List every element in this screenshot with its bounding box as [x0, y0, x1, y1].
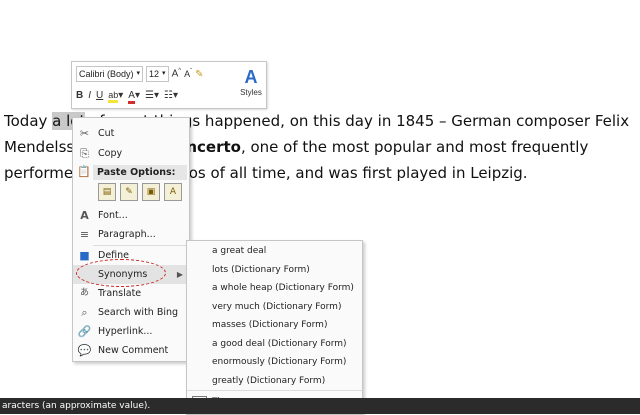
- menu-item-label: Hyperlink...: [98, 326, 153, 337]
- paste-options-row: ▤ ✎ ▣ A: [98, 183, 182, 201]
- synonym-item[interactable]: greatly (Dictionary Form): [212, 372, 325, 390]
- paste-merge-format-icon[interactable]: ✎: [120, 183, 138, 201]
- menu-item-font[interactable]: A Font...: [73, 206, 189, 225]
- text-run: , one of the most popular and most frequ…: [240, 138, 589, 156]
- shrink-font-button[interactable]: Aˇ: [184, 69, 192, 79]
- font-size-value: 12: [149, 69, 160, 79]
- underline-button[interactable]: U: [96, 90, 103, 101]
- highlight-color-button[interactable]: ab▾: [108, 89, 123, 103]
- styles-button[interactable]: A Styles: [238, 66, 264, 104]
- synonym-item[interactable]: a great deal: [212, 242, 266, 260]
- menu-item-cut[interactable]: ✂ Cut: [73, 124, 189, 143]
- translate-icon: あ: [79, 288, 89, 298]
- define-icon: ■: [79, 249, 90, 262]
- mini-toolbar: Calibri (Body) ▾ 12 ▾ A^ Aˇ ✎ B I U ab▾ …: [71, 61, 267, 109]
- font-size-combo[interactable]: 12 ▾: [146, 66, 169, 82]
- menu-separator: [187, 390, 362, 391]
- hyperlink-icon: 🔗: [77, 325, 92, 338]
- bold-button[interactable]: B: [76, 90, 83, 101]
- synonym-item[interactable]: enormously (Dictionary Form): [212, 353, 346, 371]
- menu-item-new-comment[interactable]: 💬 New Comment: [73, 341, 189, 360]
- paste-options-header: Paste Options:: [93, 165, 187, 180]
- grow-font-button[interactable]: A^: [172, 68, 182, 79]
- synonym-item[interactable]: a good deal (Dictionary Form): [212, 335, 347, 353]
- search-icon: ⌕: [81, 306, 88, 319]
- chevron-right-icon: ▶: [176, 270, 183, 279]
- context-menu: ✂ Cut ⎘ Copy 📋 Paste Options: ▤ ✎ ▣ A A …: [72, 117, 190, 362]
- font-name-value: Calibri (Body): [79, 69, 134, 79]
- paragraph-icon: ≡: [79, 228, 90, 241]
- menu-item-search-bing[interactable]: ⌕ Search with Bing: [73, 303, 189, 322]
- copy-icon: ⎘: [80, 147, 89, 160]
- synonyms-submenu: a great deal lots (Dictionary Form) a wh…: [186, 240, 363, 415]
- annotation-highlight-oval: [76, 259, 166, 287]
- clipboard-icon: 📋: [77, 165, 91, 178]
- numbering-button[interactable]: ☷▾: [164, 90, 178, 101]
- paste-text-only-icon[interactable]: A: [164, 183, 182, 201]
- status-bar: aracters (an approximate value).: [0, 398, 640, 414]
- menu-item-label: Copy: [98, 148, 123, 159]
- paste-picture-icon[interactable]: ▣: [142, 183, 160, 201]
- chevron-down-icon: ▾: [136, 70, 141, 77]
- menu-item-label: New Comment: [98, 345, 169, 356]
- synonym-item[interactable]: lots (Dictionary Form): [212, 261, 310, 279]
- menu-item-translate[interactable]: あ Translate: [73, 284, 189, 303]
- styles-label: Styles: [240, 88, 262, 97]
- bullets-button[interactable]: ☰▾: [145, 90, 159, 101]
- scissors-icon: ✂: [79, 127, 90, 140]
- synonym-item[interactable]: a whole heap (Dictionary Form): [212, 279, 354, 297]
- italic-button[interactable]: I: [88, 90, 91, 101]
- synonym-item[interactable]: very much (Dictionary Form): [212, 298, 341, 316]
- menu-item-label: Font...: [98, 210, 128, 221]
- font-color-icon: A: [128, 89, 135, 104]
- menu-item-paragraph[interactable]: ≡ Paragraph...: [73, 225, 189, 244]
- font-icon: A: [80, 209, 89, 222]
- font-color-button[interactable]: A▾: [128, 89, 140, 104]
- text-run: Today: [4, 112, 53, 130]
- menu-item-copy[interactable]: ⎘ Copy: [73, 144, 189, 163]
- menu-item-label: Paragraph...: [98, 229, 156, 240]
- synonym-item[interactable]: masses (Dictionary Form): [212, 316, 327, 334]
- font-name-combo[interactable]: Calibri (Body) ▾: [76, 66, 144, 82]
- menu-item-label: Search with Bing: [98, 307, 179, 318]
- paste-keep-source-icon[interactable]: ▤: [98, 183, 116, 201]
- menu-item-label: Cut: [98, 128, 115, 139]
- status-text: aracters (an approximate value).: [2, 401, 151, 411]
- chevron-down-icon: ▾: [162, 70, 166, 77]
- menu-item-hyperlink[interactable]: 🔗 Hyperlink...: [73, 322, 189, 341]
- styles-icon: A: [244, 67, 258, 87]
- format-painter-button[interactable]: ✎: [195, 69, 203, 80]
- comment-icon: 💬: [77, 344, 92, 357]
